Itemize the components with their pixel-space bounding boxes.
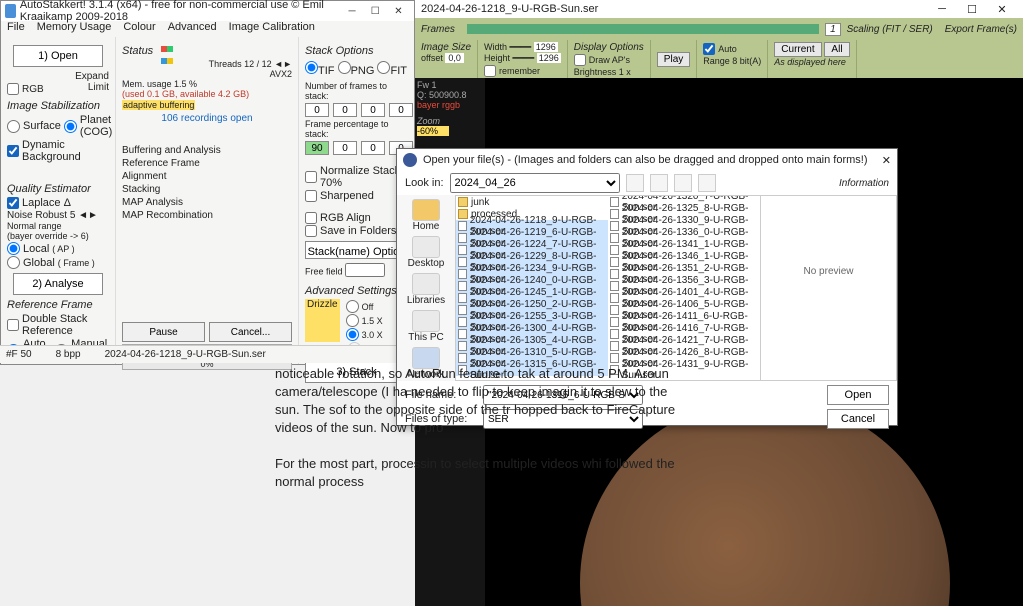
expand-label[interactable]: Expand xyxy=(75,71,109,82)
viewer-left-panel: Fw 1 Q: 500900.8 bayer rggb Zoom -60% xyxy=(415,78,485,138)
viewer-close[interactable]: ✕ xyxy=(987,3,1017,16)
limit-label[interactable]: Limit xyxy=(88,82,109,96)
png-radio[interactable] xyxy=(338,61,351,74)
lookin-select[interactable]: 2024_04_26 xyxy=(450,173,620,193)
rgbalign-checkbox[interactable] xyxy=(305,212,317,224)
place-thispc[interactable]: This PC xyxy=(408,310,444,343)
title-text: AutoStakkert! 3.1.4 (x64) - free for non… xyxy=(20,0,341,23)
stack-options-heading: Stack Options xyxy=(305,45,408,57)
viewer-minimize[interactable]: ─ xyxy=(927,3,957,15)
doublestack-checkbox[interactable] xyxy=(7,319,19,331)
menu-colour[interactable]: Colour xyxy=(123,21,155,37)
menu-memory[interactable]: Memory Usage xyxy=(37,21,112,37)
filedialog-icon xyxy=(403,153,417,167)
savefolders-checkbox[interactable] xyxy=(305,225,317,237)
title-bar[interactable]: AutoStakkert! 3.1.4 (x64) - free for non… xyxy=(1,1,414,21)
status-heading: Status xyxy=(122,45,153,57)
place-libraries[interactable]: Libraries xyxy=(407,273,445,306)
image-stab-heading: Image Stabilization xyxy=(7,100,109,112)
play-button[interactable]: Play xyxy=(657,52,690,67)
auto-checkbox[interactable] xyxy=(703,43,715,55)
planet-radio[interactable] xyxy=(64,120,77,133)
app-icon xyxy=(5,4,16,18)
menu-calibration[interactable]: Image Calibration xyxy=(229,21,315,37)
file-preview: No preview xyxy=(761,195,897,381)
normalize-checkbox[interactable] xyxy=(305,171,317,183)
up-icon[interactable] xyxy=(650,174,668,192)
ref-frame-heading: Reference Frame xyxy=(7,299,109,311)
autostakkert-window: AutoStakkert! 3.1.4 (x64) - free for non… xyxy=(0,0,415,365)
maximize-button[interactable]: ☐ xyxy=(364,2,387,20)
list-item[interactable]: junk xyxy=(456,196,608,208)
current-button[interactable]: Current xyxy=(774,42,821,57)
analyse-button[interactable]: 2) Analyse xyxy=(13,273,103,295)
freefield-input[interactable] xyxy=(345,263,385,277)
open-file-button[interactable]: Open xyxy=(827,385,889,405)
close-button[interactable]: ✕ xyxy=(387,2,410,20)
place-home[interactable]: Home xyxy=(412,199,440,232)
newfolder-icon[interactable] xyxy=(674,174,692,192)
buffer-list: Buffering and Analysis Reference Frame A… xyxy=(122,144,292,222)
file-list[interactable]: junkprocessed2024-04-26-1218_9-U-RGB-Sun… xyxy=(455,195,761,381)
pause-button[interactable]: Pause xyxy=(122,322,205,342)
viewmode-icon[interactable] xyxy=(698,174,716,192)
fit-radio[interactable] xyxy=(377,61,390,74)
minimize-button[interactable]: ─ xyxy=(341,2,364,20)
open-button[interactable]: 1) Open xyxy=(13,45,103,67)
windows-icon xyxy=(161,43,177,57)
sharpened-checkbox[interactable] xyxy=(305,190,317,202)
surface-radio[interactable] xyxy=(7,120,20,133)
viewer-titlebar[interactable]: 2024-04-26-1218_9-U-RGB-Sun.ser ─ ☐ ✕ xyxy=(415,0,1023,18)
cancel-file-button[interactable]: Cancel xyxy=(827,409,889,429)
laplace-checkbox[interactable] xyxy=(7,197,19,209)
rgb-checkbox[interactable] xyxy=(7,83,19,95)
filedialog-titlebar[interactable]: Open your file(s) - (Images and folders … xyxy=(397,149,897,171)
menu-file[interactable]: File xyxy=(7,21,25,37)
filedialog-close[interactable]: ✕ xyxy=(882,154,891,167)
autostakkert-statusbar: #F 50 8 bpp 2024-04-26-1218_9-U-RGB-Sun.… xyxy=(0,345,415,363)
viewer-maximize[interactable]: ☐ xyxy=(957,3,987,16)
menu-advanced[interactable]: Advanced xyxy=(168,21,217,37)
places-sidebar: Home Desktop Libraries This PC Network xyxy=(397,195,455,381)
remember-checkbox[interactable] xyxy=(484,65,496,77)
menu-bar: File Memory Usage Colour Advanced Image … xyxy=(1,21,414,37)
cancel-button[interactable]: Cancel... xyxy=(209,322,292,342)
drawaps-checkbox[interactable] xyxy=(574,54,586,66)
place-desktop[interactable]: Desktop xyxy=(408,236,445,269)
dynbg-checkbox[interactable] xyxy=(7,145,19,157)
background-article: noticeable rotation, so AutoRun feature … xyxy=(275,365,695,491)
global-radio[interactable] xyxy=(7,256,20,269)
frames-slider[interactable] xyxy=(467,24,819,34)
tif-radio[interactable] xyxy=(305,61,318,74)
back-icon[interactable] xyxy=(626,174,644,192)
quality-heading: Quality Estimator xyxy=(7,183,109,195)
stackname-button[interactable]: Stack(name) Option xyxy=(305,241,408,259)
local-radio[interactable] xyxy=(7,242,20,255)
all-button[interactable]: All xyxy=(824,42,849,57)
